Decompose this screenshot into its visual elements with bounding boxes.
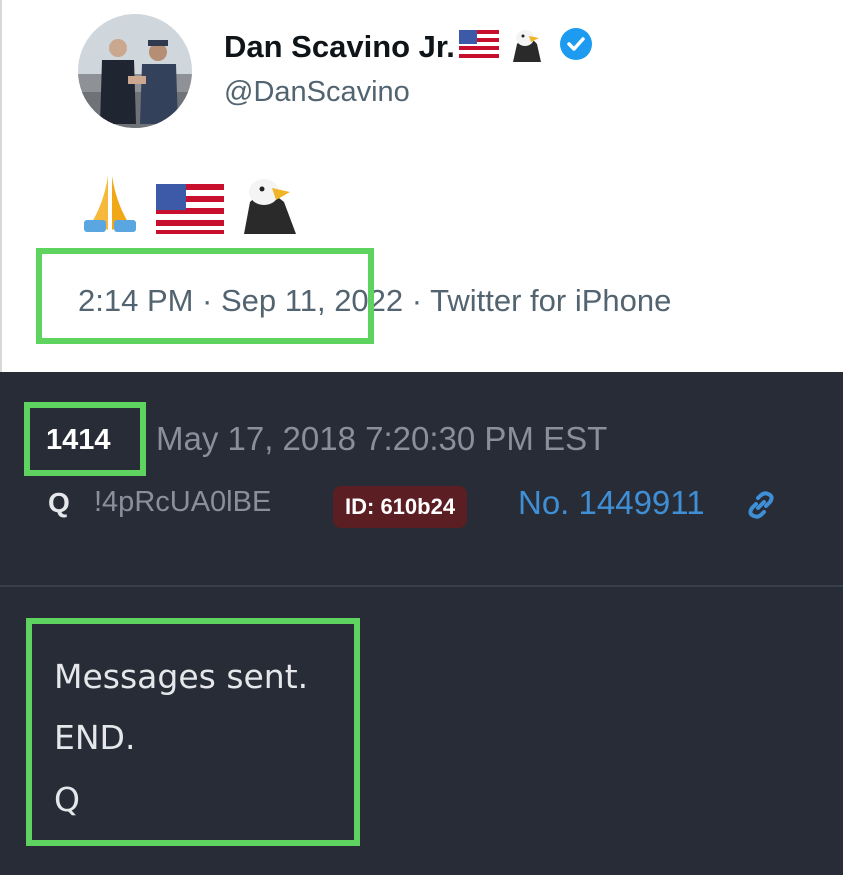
eagle-icon [238, 172, 302, 239]
poster-name: Q [48, 487, 70, 518]
post-no-link[interactable]: No. 1449911 [518, 484, 705, 522]
highlight-tweet-time [36, 248, 374, 344]
us-flag-icon [156, 184, 224, 239]
eagle-icon [507, 26, 547, 67]
praying-hands-icon [78, 172, 142, 239]
us-flag-icon [458, 30, 499, 63]
tweet-body [78, 172, 302, 239]
highlight-post-number [24, 402, 146, 476]
tweet-year-source[interactable]: 2022 · Twitter for iPhone [334, 283, 671, 318]
avatar[interactable] [78, 14, 192, 128]
highlight-message [26, 618, 360, 846]
link-icon[interactable] [744, 488, 778, 527]
user-handle[interactable]: @DanScavino [224, 76, 410, 109]
post-divider [0, 585, 843, 587]
name-row: Dan Scavino Jr. [224, 26, 593, 67]
verified-badge-icon [559, 27, 593, 66]
id-badge[interactable]: ID: 610b24 [333, 486, 468, 528]
display-name[interactable]: Dan Scavino Jr. [224, 29, 455, 65]
post-date: May 17, 2018 7:20:30 PM EST [156, 420, 608, 457]
tripcode: !4pRcUA0lBE [94, 486, 272, 518]
